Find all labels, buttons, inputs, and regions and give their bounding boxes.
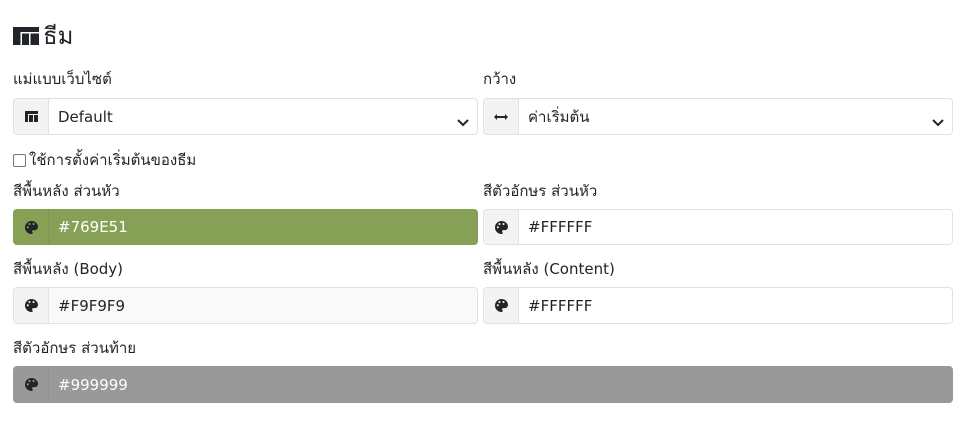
page-title: ธีม xyxy=(43,22,74,50)
header-bg-color-input[interactable]: #769E51 xyxy=(13,209,478,245)
header-text-color-input[interactable]: #FFFFFF xyxy=(483,209,953,245)
chevron-down-icon xyxy=(457,113,469,131)
content-bg-label: สีพื้นหลัง (Content) xyxy=(483,260,615,278)
width-value: ค่าเริ่มต้น xyxy=(528,107,590,126)
footer-text-color-input[interactable]: #999999 xyxy=(13,366,953,403)
body-bg-color-input[interactable]: #F9F9F9 xyxy=(13,287,478,324)
body-bg-label: สีพื้นหลัง (Body) xyxy=(13,260,124,278)
palette-icon xyxy=(14,367,49,402)
header-bg-label: สีพื้นหลัง ส่วนหัว xyxy=(13,182,120,200)
footer-text-label: สีตัวอักษร ส่วนท้าย xyxy=(13,339,137,357)
palette-icon xyxy=(14,288,49,323)
template-value: Default xyxy=(58,107,113,126)
use-defaults-label: ใช้การตั้งค่าเริ่มต้นของธีม xyxy=(29,151,197,169)
footer-text-value: #999999 xyxy=(58,375,128,394)
section-title: ธีม xyxy=(13,20,73,52)
arrows-horizontal-icon xyxy=(484,99,519,134)
template-select[interactable]: Default xyxy=(13,98,478,135)
layout-icon xyxy=(13,26,39,46)
template-label: แม่แบบเว็บไซต์ xyxy=(13,70,112,88)
chevron-down-icon xyxy=(932,113,944,131)
palette-icon xyxy=(484,210,519,244)
width-label: กว้าง xyxy=(483,70,517,88)
content-bg-value: #FFFFFF xyxy=(528,296,593,315)
palette-icon xyxy=(14,210,49,244)
header-bg-value: #769E51 xyxy=(58,218,128,236)
body-bg-value: #F9F9F9 xyxy=(58,296,126,315)
width-select[interactable]: ค่าเริ่มต้น xyxy=(483,98,953,135)
header-text-value: #FFFFFF xyxy=(528,218,593,236)
content-bg-color-input[interactable]: #FFFFFF xyxy=(483,287,953,324)
use-defaults-row[interactable]: ใช้การตั้งค่าเริ่มต้นของธีม xyxy=(13,150,196,170)
palette-icon xyxy=(484,288,519,323)
layout-icon xyxy=(14,99,49,134)
use-defaults-checkbox[interactable] xyxy=(13,153,26,167)
header-text-label: สีตัวอักษร ส่วนหัว xyxy=(483,182,598,200)
